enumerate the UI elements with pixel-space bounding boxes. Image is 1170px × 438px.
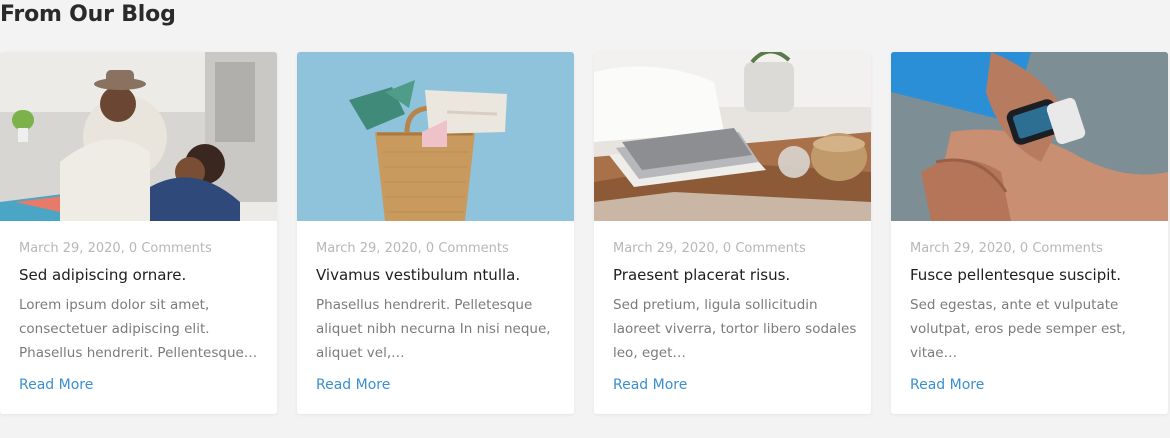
read-more-link[interactable]: Read More bbox=[316, 375, 390, 395]
blog-card-image[interactable] bbox=[0, 52, 277, 221]
blog-card-image[interactable] bbox=[594, 52, 871, 221]
blog-card: March 29, 2020, 0 Comments Praesent plac… bbox=[594, 52, 871, 414]
post-meta: March 29, 2020, 0 Comments bbox=[910, 241, 1103, 256]
blog-card: March 29, 2020, 0 Comments Vivamus vesti… bbox=[297, 52, 574, 414]
post-meta: March 29, 2020, 0 Comments bbox=[19, 241, 212, 256]
blog-card: March 29, 2020, 0 Comments Sed adipiscin… bbox=[0, 52, 277, 414]
post-title[interactable]: Praesent placerat risus. bbox=[613, 264, 857, 286]
section-title: From Our Blog bbox=[0, 2, 176, 27]
blog-card-grid: March 29, 2020, 0 Comments Sed adipiscin… bbox=[0, 52, 1170, 414]
blog-card: March 29, 2020, 0 Comments Fusce pellent… bbox=[891, 52, 1168, 414]
read-more-link[interactable]: Read More bbox=[19, 375, 93, 395]
post-title[interactable]: Sed adipiscing ornare. bbox=[19, 264, 263, 286]
post-meta: March 29, 2020, 0 Comments bbox=[316, 241, 509, 256]
post-excerpt: Sed egestas, ante et vulputate volutpat,… bbox=[910, 297, 1126, 361]
read-more-link[interactable]: Read More bbox=[613, 375, 687, 395]
post-meta: March 29, 2020, 0 Comments bbox=[613, 241, 806, 256]
post-title[interactable]: Vivamus vestibulum ntulla. bbox=[316, 264, 560, 286]
read-more-link[interactable]: Read More bbox=[910, 375, 984, 395]
blog-card-image[interactable] bbox=[297, 52, 574, 221]
post-excerpt: Phasellus hendrerit. Pelletesque aliquet… bbox=[316, 297, 551, 361]
post-excerpt: Sed pretium, ligula sollicitudin laoreet… bbox=[613, 297, 857, 361]
post-excerpt: Lorem ipsum dolor sit amet, consectetuer… bbox=[19, 297, 258, 361]
post-title[interactable]: Fusce pellentesque suscipit. bbox=[910, 264, 1154, 286]
blog-card-image[interactable] bbox=[891, 52, 1168, 221]
